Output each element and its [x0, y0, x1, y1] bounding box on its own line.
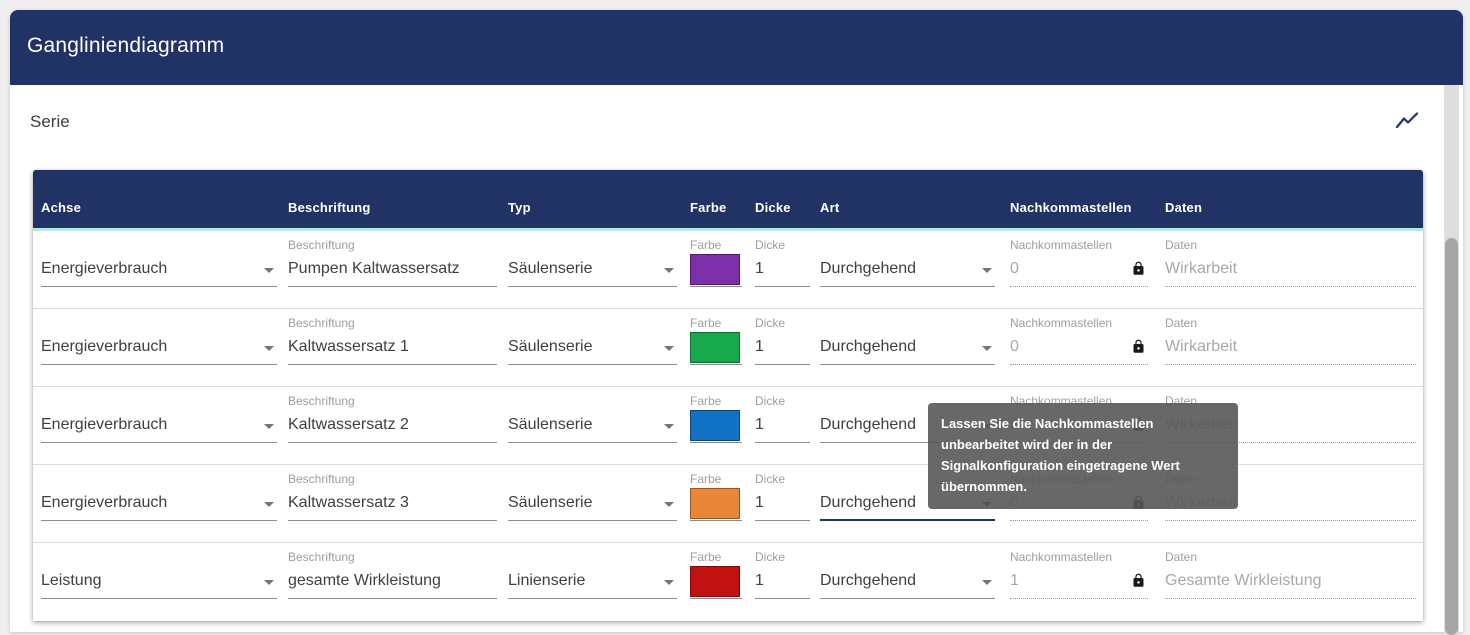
- beschriftung-input[interactable]: Beschriftung Kaltwassersatz 2: [288, 387, 497, 443]
- beschriftung-input[interactable]: Beschriftung gesamte Wirkleistung: [288, 543, 497, 599]
- lock-icon: [1131, 573, 1146, 588]
- farbe-picker[interactable]: Farbe: [690, 543, 742, 599]
- column-header-beschriftung: Beschriftung: [288, 200, 371, 215]
- typ-select[interactable]: Linienserie: [508, 543, 677, 599]
- chevron-down-icon: [664, 268, 674, 273]
- color-swatch[interactable]: [690, 566, 740, 597]
- farbe-picker[interactable]: Farbe: [690, 465, 742, 521]
- farbe-picker[interactable]: Farbe: [690, 231, 742, 287]
- dicke-input[interactable]: Dicke 1: [755, 465, 810, 521]
- color-swatch[interactable]: [690, 488, 740, 519]
- table-row: Energieverbrauch Beschriftung Pumpen Kal…: [33, 231, 1423, 309]
- chevron-down-icon: [264, 502, 274, 507]
- nachkommastellen-input: Nachkommastellen 0: [1010, 231, 1148, 287]
- nachkommastellen-input: Nachkommastellen 1: [1010, 543, 1148, 599]
- main-panel: Gangliniendiagramm Serie Achse Beschrift…: [10, 10, 1463, 632]
- nachkommastellen-input: Nachkommastellen 0: [1010, 309, 1148, 365]
- series-table: Achse Beschriftung Typ Farbe Dicke Art N…: [33, 170, 1423, 621]
- dicke-input[interactable]: Dicke 1: [755, 543, 810, 599]
- section-title: Serie: [30, 112, 70, 132]
- dicke-input[interactable]: Dicke 1: [755, 309, 810, 365]
- farbe-picker[interactable]: Farbe: [690, 309, 742, 365]
- chevron-down-icon: [264, 268, 274, 273]
- chevron-down-icon: [982, 268, 992, 273]
- chevron-down-icon: [664, 502, 674, 507]
- beschriftung-input[interactable]: Beschriftung Pumpen Kaltwassersatz: [288, 231, 497, 287]
- art-select[interactable]: Durchgehend: [820, 231, 995, 287]
- daten-input: Daten Wirkarbeit: [1165, 231, 1416, 287]
- scrollbar-thumb[interactable]: [1445, 238, 1458, 635]
- app-header: Gangliniendiagramm: [10, 10, 1463, 85]
- page-title: Gangliniendiagramm: [27, 34, 224, 58]
- color-swatch[interactable]: [690, 332, 740, 363]
- chevron-down-icon: [664, 580, 674, 585]
- daten-input: Daten Wirkarbeit: [1165, 309, 1416, 365]
- achse-select[interactable]: Energieverbrauch: [41, 465, 277, 521]
- column-header-nachkommastellen: Nachkommastellen: [1010, 200, 1132, 215]
- chevron-down-icon: [664, 346, 674, 351]
- art-select[interactable]: Durchgehend: [820, 309, 995, 365]
- column-header-dicke: Dicke: [755, 200, 791, 215]
- typ-select[interactable]: Säulenserie: [508, 309, 677, 365]
- chevron-down-icon: [264, 346, 274, 351]
- table-row: Leistung Beschriftung gesamte Wirkleistu…: [33, 543, 1423, 621]
- scrollbar-track: [1444, 85, 1459, 635]
- line-chart-icon: [1395, 110, 1419, 134]
- chevron-down-icon: [982, 580, 992, 585]
- chevron-down-icon: [664, 424, 674, 429]
- column-header-art: Art: [820, 200, 839, 215]
- farbe-picker[interactable]: Farbe: [690, 387, 742, 443]
- chevron-down-icon: [264, 424, 274, 429]
- achse-select[interactable]: Leistung: [41, 543, 277, 599]
- table-row: Energieverbrauch Beschriftung Kaltwasser…: [33, 309, 1423, 387]
- chevron-down-icon: [982, 346, 992, 351]
- achse-select[interactable]: Energieverbrauch: [41, 231, 277, 287]
- column-header-typ: Typ: [508, 200, 531, 215]
- art-select[interactable]: Durchgehend: [820, 543, 995, 599]
- typ-select[interactable]: Säulenserie: [508, 387, 677, 443]
- typ-select[interactable]: Säulenserie: [508, 231, 677, 287]
- dicke-input[interactable]: Dicke 1: [755, 387, 810, 443]
- daten-input: Daten Gesamte Wirkleistung: [1165, 543, 1416, 599]
- column-header-farbe: Farbe: [690, 200, 726, 215]
- lock-icon: [1131, 261, 1146, 276]
- column-header-achse: Achse: [41, 200, 81, 215]
- achse-select[interactable]: Energieverbrauch: [41, 309, 277, 365]
- lock-icon: [1131, 339, 1146, 354]
- color-swatch[interactable]: [690, 410, 740, 441]
- beschriftung-input[interactable]: Beschriftung Kaltwassersatz 1: [288, 309, 497, 365]
- achse-select[interactable]: Energieverbrauch: [41, 387, 277, 443]
- typ-select[interactable]: Säulenserie: [508, 465, 677, 521]
- beschriftung-input[interactable]: Beschriftung Kaltwassersatz 3: [288, 465, 497, 521]
- nachkommastellen-tooltip: Lassen Sie die Nachkommastellen unbearbe…: [928, 403, 1238, 509]
- dicke-input[interactable]: Dicke 1: [755, 231, 810, 287]
- column-header-daten: Daten: [1165, 200, 1202, 215]
- chevron-down-icon: [264, 580, 274, 585]
- color-swatch[interactable]: [690, 254, 740, 285]
- table-header: Achse Beschriftung Typ Farbe Dicke Art N…: [33, 170, 1423, 228]
